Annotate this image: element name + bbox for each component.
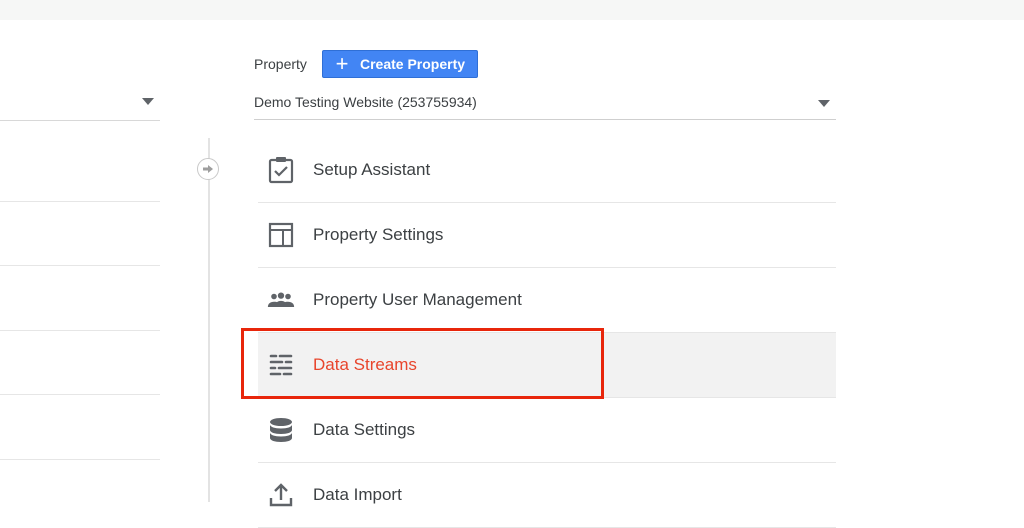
- clipboard-check-icon: [267, 156, 295, 184]
- chevron-down-icon: [818, 100, 830, 107]
- data-streams-icon: [267, 351, 295, 379]
- plus-icon: +: [335, 51, 349, 76]
- account-menu-divider: [0, 330, 160, 331]
- property-selector[interactable]: Demo Testing Website (253755934): [254, 90, 836, 120]
- create-property-label: Create Property: [360, 56, 466, 72]
- top-bar: [0, 0, 1024, 20]
- upload-icon: [267, 481, 295, 509]
- database-icon: [267, 416, 295, 444]
- property-label: Property: [254, 56, 307, 72]
- menu-item-data-import[interactable]: Data Import: [258, 463, 836, 528]
- menu-item-data-settings[interactable]: Data Settings: [258, 398, 836, 463]
- menu-item-label: Data Settings: [313, 420, 416, 439]
- account-menu-divider: [0, 394, 160, 395]
- menu-item-label: Property Settings: [313, 225, 444, 244]
- create-property-button[interactable]: + Create Property: [322, 50, 478, 78]
- arrow-right-icon: [197, 158, 219, 180]
- menu-item-property-user-management[interactable]: Property User Management: [258, 268, 836, 333]
- account-menu-divider: [0, 459, 160, 460]
- menu-item-label: Property User Management: [313, 290, 522, 309]
- menu-item-label: Setup Assistant: [313, 160, 431, 179]
- account-menu-divider: [0, 201, 160, 202]
- property-menu: Setup Assistant Property Settings Proper…: [258, 138, 836, 528]
- account-menu-divider: [0, 265, 160, 266]
- menu-item-setup-assistant[interactable]: Setup Assistant: [258, 138, 836, 203]
- account-dropdown-caret[interactable]: [142, 98, 154, 105]
- column-connector: [208, 138, 210, 502]
- people-group-icon: [267, 286, 295, 314]
- account-dropdown-underline: [0, 120, 160, 121]
- menu-item-label: Data Streams: [313, 355, 417, 374]
- menu-item-label: Data Import: [313, 485, 402, 504]
- layout-icon: [267, 221, 295, 249]
- property-selector-value: Demo Testing Website (253755934): [254, 94, 477, 110]
- menu-item-data-streams[interactable]: Data Streams: [258, 333, 836, 398]
- menu-item-property-settings[interactable]: Property Settings: [258, 203, 836, 268]
